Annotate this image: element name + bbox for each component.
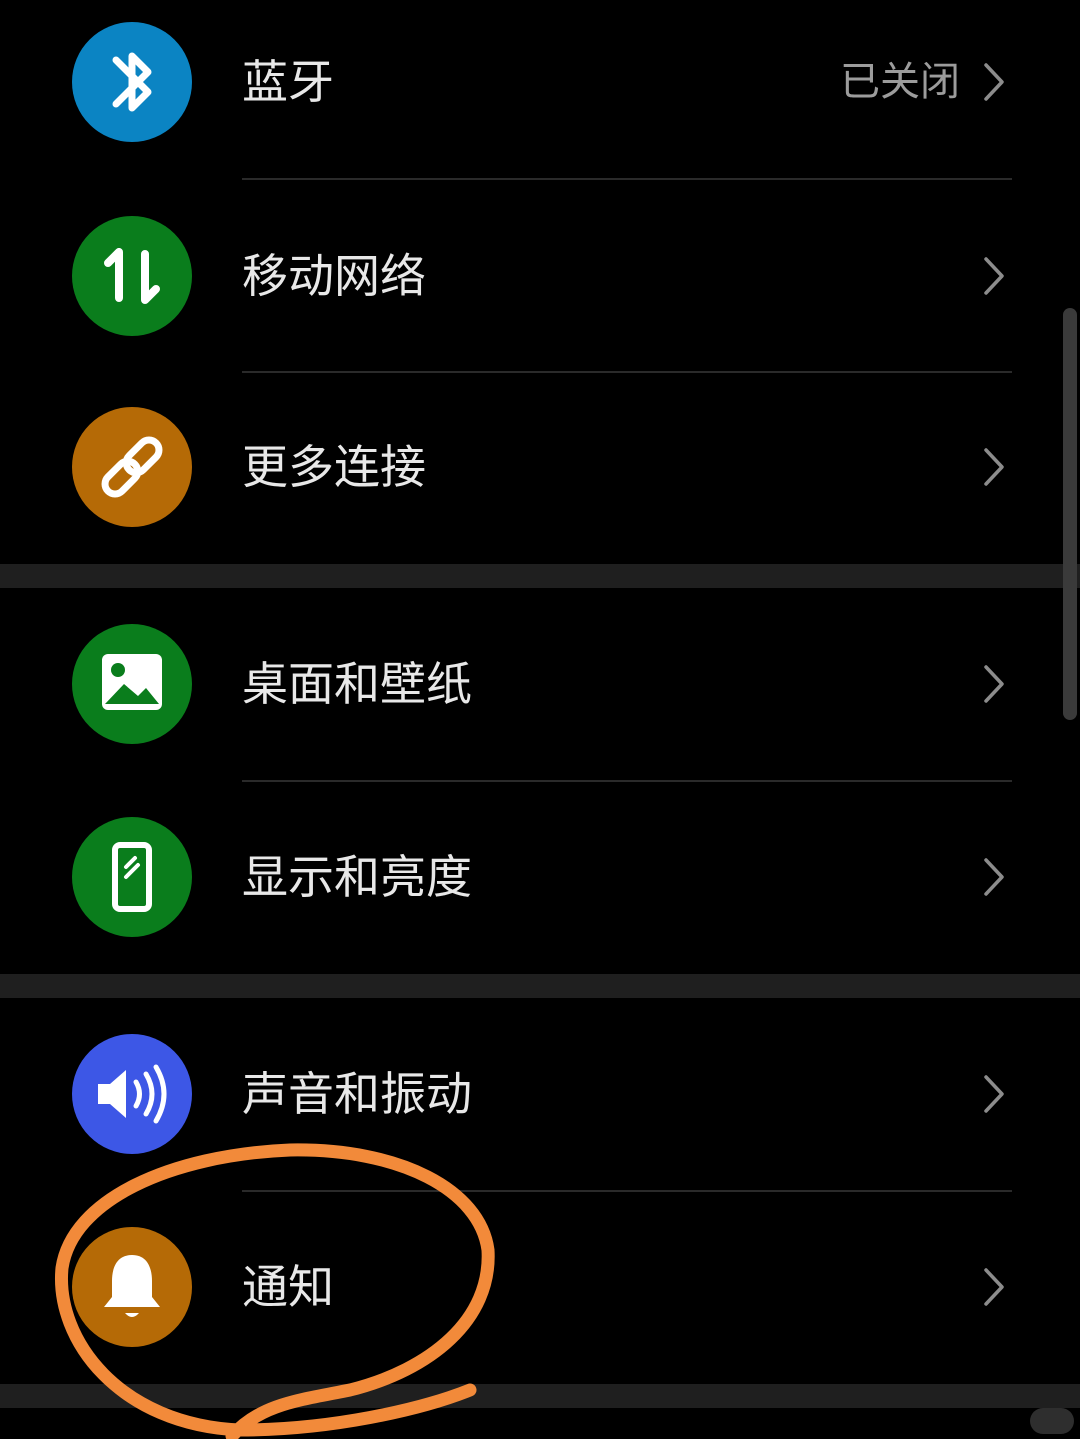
settings-item-notifications[interactable]: 通知 bbox=[0, 1191, 1056, 1383]
settings-item-bluetooth[interactable]: 蓝牙 已关闭 bbox=[0, 0, 1056, 178]
link-icon bbox=[72, 407, 192, 527]
chevron-right-icon bbox=[984, 63, 1004, 101]
section-gap bbox=[0, 1384, 1080, 1408]
section-gap bbox=[0, 564, 1080, 588]
settings-item-label: 显示和亮度 bbox=[242, 850, 472, 904]
chevron-right-icon bbox=[984, 448, 1004, 486]
bluetooth-icon bbox=[72, 22, 192, 142]
bell-icon bbox=[72, 1227, 192, 1347]
settings-item-desktop-wallpaper[interactable]: 桌面和壁纸 bbox=[0, 588, 1056, 780]
settings-item-label: 声音和振动 bbox=[242, 1067, 472, 1121]
phone-display-icon bbox=[72, 817, 192, 937]
settings-item-label: 移动网络 bbox=[242, 249, 426, 303]
settings-item-label: 桌面和壁纸 bbox=[242, 657, 472, 711]
chevron-right-icon bbox=[984, 257, 1004, 295]
chevron-right-icon bbox=[984, 1268, 1004, 1306]
bluetooth-status-value: 已关闭 bbox=[840, 59, 960, 105]
settings-item-display-brightness[interactable]: 显示和亮度 bbox=[0, 781, 1056, 973]
settings-item-label: 通知 bbox=[242, 1260, 334, 1314]
settings-item-label: 更多连接 bbox=[242, 440, 426, 494]
mobile-data-icon bbox=[72, 216, 192, 336]
settings-item-more-connections[interactable]: 更多连接 bbox=[0, 371, 1056, 563]
image-icon bbox=[72, 624, 192, 744]
section-gap bbox=[0, 974, 1080, 998]
scrollbar[interactable] bbox=[1063, 308, 1077, 720]
settings-item-sound-vibration[interactable]: 声音和振动 bbox=[0, 998, 1056, 1190]
settings-item-label: 蓝牙 bbox=[242, 55, 334, 109]
chevron-right-icon bbox=[984, 1075, 1004, 1113]
chevron-right-icon bbox=[984, 665, 1004, 703]
settings-item-mobile-network[interactable]: 移动网络 bbox=[0, 180, 1056, 372]
chevron-right-icon bbox=[984, 858, 1004, 896]
speaker-icon bbox=[72, 1034, 192, 1154]
xiaohongshu-watermark bbox=[1030, 1408, 1074, 1434]
